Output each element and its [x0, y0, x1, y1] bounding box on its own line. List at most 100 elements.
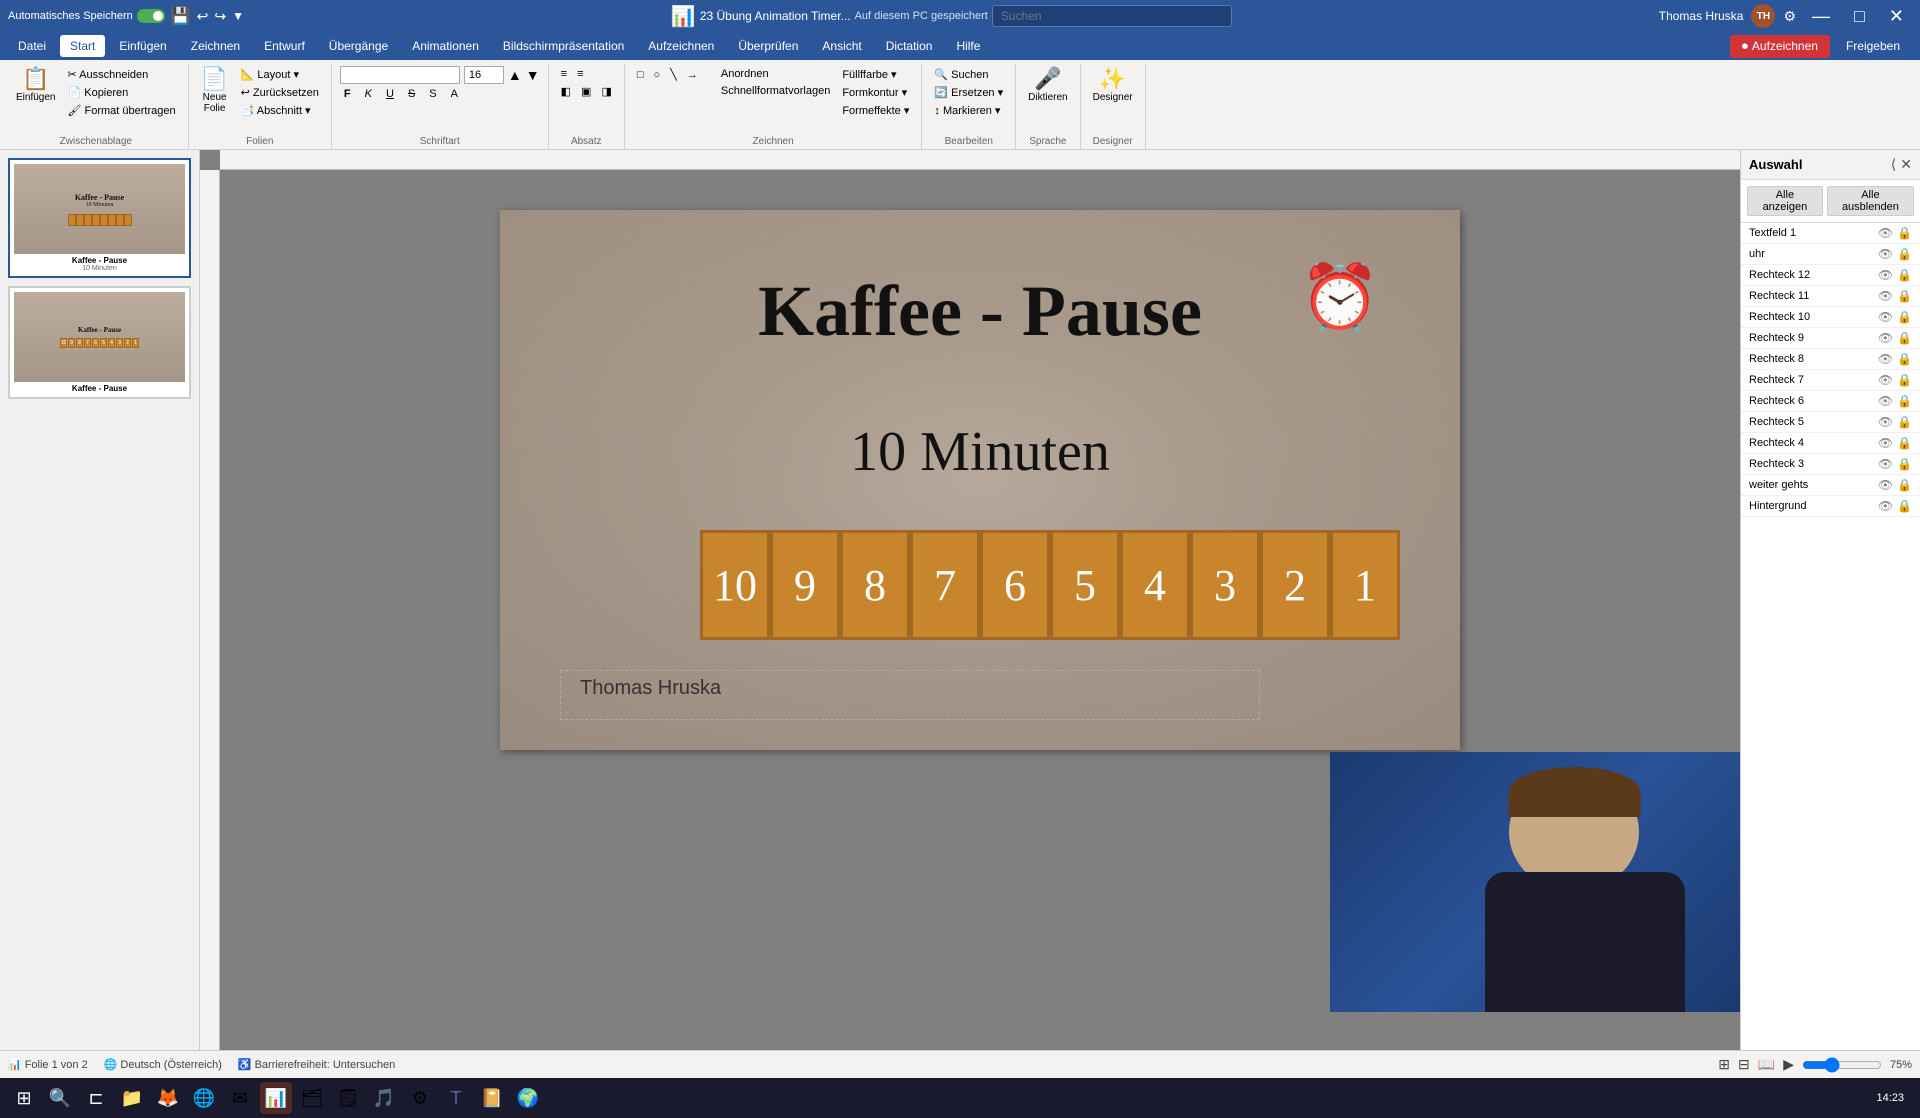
align-center-button[interactable]: ▣: [577, 83, 595, 100]
eye-icon[interactable]: 👁: [1878, 247, 1893, 261]
slideshow-icon[interactable]: ▶: [1783, 1056, 1794, 1073]
lock-icon[interactable]: 🔒: [1897, 247, 1912, 261]
save-icon[interactable]: 💾: [171, 6, 191, 26]
schnellformat-button[interactable]: Schnellformatvorlagen: [717, 83, 834, 99]
minimize-button[interactable]: —: [1804, 0, 1838, 32]
panel-collapse-button[interactable]: ⟨: [1891, 156, 1896, 173]
timer-box-3[interactable]: 3: [1190, 530, 1260, 640]
strikethrough-button[interactable]: S: [404, 86, 419, 102]
file-explorer-app[interactable]: 📁: [116, 1082, 148, 1114]
outlook-app[interactable]: ✉: [224, 1082, 256, 1114]
layer-rechteck3[interactable]: Rechteck 3 👁 🔒: [1741, 454, 1920, 475]
eye-icon[interactable]: 👁: [1878, 331, 1893, 345]
onenote-app[interactable]: 📔: [476, 1082, 508, 1114]
menu-uebergaenge[interactable]: Übergänge: [319, 35, 398, 57]
aufzeichnen-button[interactable]: ⏺ Aufzeichnen: [1730, 35, 1830, 58]
eye-icon[interactable]: 👁: [1878, 310, 1893, 324]
lock-icon[interactable]: 🔒: [1897, 457, 1912, 471]
layer-rechteck7[interactable]: Rechteck 7 👁 🔒: [1741, 370, 1920, 391]
autosave-switch[interactable]: [137, 9, 165, 23]
timer-box-9[interactable]: 9: [770, 530, 840, 640]
layer-rechteck6[interactable]: Rechteck 6 👁 🔒: [1741, 391, 1920, 412]
menu-ansicht[interactable]: Ansicht: [812, 35, 871, 57]
numbering-button[interactable]: ≡: [573, 66, 587, 82]
language-status[interactable]: 🌐 Deutsch (Österreich): [104, 1058, 222, 1071]
lock-icon[interactable]: 🔒: [1897, 436, 1912, 450]
font-size-input[interactable]: [464, 66, 504, 84]
decrease-font-icon[interactable]: ▼: [526, 67, 540, 83]
redo-icon[interactable]: ↪: [214, 8, 226, 25]
align-right-button[interactable]: ◨: [597, 83, 615, 100]
eye-icon[interactable]: 👁: [1878, 457, 1893, 471]
arrow-shape[interactable]: →: [683, 66, 702, 83]
layer-hintergrund[interactable]: Hintergrund 👁 🔒: [1741, 496, 1920, 517]
abschnitt-button[interactable]: 📑 Abschnitt ▾: [237, 102, 323, 119]
underline-button[interactable]: U: [382, 86, 398, 102]
layer-rechteck9[interactable]: Rechteck 9 👁 🔒: [1741, 328, 1920, 349]
timer-box-6[interactable]: 6: [980, 530, 1050, 640]
eye-icon[interactable]: 👁: [1878, 268, 1893, 282]
shadow-button[interactable]: S: [425, 86, 440, 102]
show-all-button[interactable]: Alle anzeigen: [1747, 186, 1823, 216]
lock-icon[interactable]: 🔒: [1897, 268, 1912, 282]
timer-box-5[interactable]: 5: [1050, 530, 1120, 640]
settings-app[interactable]: ⚙: [404, 1082, 436, 1114]
lock-icon[interactable]: 🔒: [1897, 478, 1912, 492]
menu-aufzeichnen[interactable]: Aufzeichnen: [638, 35, 724, 57]
edge-app[interactable]: 🌍: [512, 1082, 544, 1114]
photos-app[interactable]: 🗂: [296, 1082, 328, 1114]
layer-rechteck10[interactable]: Rechteck 10 👁 🔒: [1741, 307, 1920, 328]
zoom-slider[interactable]: [1802, 1057, 1882, 1073]
zuruecksetzen-button[interactable]: ↩ Zurücksetzen: [237, 84, 323, 101]
menu-hilfe[interactable]: Hilfe: [946, 35, 990, 57]
lock-icon[interactable]: 🔒: [1897, 310, 1912, 324]
anordnen-button[interactable]: Anordnen: [717, 66, 834, 82]
font-family-input[interactable]: [340, 66, 460, 84]
increase-font-icon[interactable]: ▲: [508, 67, 522, 83]
layer-rechteck4[interactable]: Rechteck 4 👁 🔒: [1741, 433, 1920, 454]
layer-rechteck8[interactable]: Rechteck 8 👁 🔒: [1741, 349, 1920, 370]
lock-icon[interactable]: 🔒: [1897, 226, 1912, 240]
search-input[interactable]: [992, 5, 1232, 27]
lock-icon[interactable]: 🔒: [1897, 331, 1912, 345]
slide-sorter-icon[interactable]: ⊟: [1738, 1056, 1750, 1073]
lock-icon[interactable]: 🔒: [1897, 499, 1912, 513]
search-taskbar[interactable]: 🔍: [44, 1082, 76, 1114]
bullet-button[interactable]: ≡: [557, 66, 571, 82]
task-view-button[interactable]: ⊏: [80, 1082, 112, 1114]
layer-rechteck11[interactable]: Rechteck 11 👁 🔒: [1741, 286, 1920, 307]
align-left-button[interactable]: ◧: [557, 83, 575, 100]
eye-icon[interactable]: 👁: [1878, 499, 1893, 513]
eye-icon[interactable]: 👁: [1878, 436, 1893, 450]
einfuegen-button[interactable]: 📋 Einfügen: [12, 66, 59, 105]
timer-box-7[interactable]: 7: [910, 530, 980, 640]
normal-view-icon[interactable]: ⊞: [1718, 1056, 1730, 1073]
layer-rechteck12[interactable]: Rechteck 12 👁 🔒: [1741, 265, 1920, 286]
line-shape[interactable]: ╲: [666, 66, 681, 83]
fuellung-button[interactable]: Füllffarbe ▾: [838, 66, 913, 83]
eye-icon[interactable]: 👁: [1878, 478, 1893, 492]
ersetzen-button[interactable]: 🔄 Ersetzen ▾: [930, 84, 1007, 101]
eye-icon[interactable]: 👁: [1878, 373, 1893, 387]
slide-2-thumb[interactable]: Kaffee - Pause 10 9 8 7 6 5 4 3 2 1: [8, 286, 191, 399]
font-color-button[interactable]: A: [447, 86, 462, 102]
firefox-app[interactable]: 🦊: [152, 1082, 184, 1114]
accessibility-status[interactable]: ♿ Barrierefreiheit: Untersuchen: [238, 1058, 395, 1071]
slide-1-thumb[interactable]: Kaffee - Pause 10 Minuten: [8, 158, 191, 278]
menu-start[interactable]: Start: [60, 35, 105, 57]
rect-shape[interactable]: □: [633, 66, 648, 83]
start-button[interactable]: ⊞: [8, 1082, 40, 1114]
format-button[interactable]: 🖌 Format übertragen: [63, 102, 179, 119]
reading-view-icon[interactable]: 📖: [1758, 1056, 1775, 1073]
neue-folie-button[interactable]: 📄 NeueFolie: [197, 66, 233, 116]
timer-box-4[interactable]: 4: [1120, 530, 1190, 640]
designer-button[interactable]: ✨ Designer: [1089, 66, 1137, 105]
kontur-button[interactable]: Formkontur ▾: [838, 84, 913, 101]
hide-all-button[interactable]: Alle ausblenden: [1827, 186, 1914, 216]
menu-dictation[interactable]: Dictation: [876, 35, 943, 57]
layout-button[interactable]: 📐 Layout ▾: [237, 66, 323, 83]
layer-rechteck5[interactable]: Rechteck 5 👁 🔒: [1741, 412, 1920, 433]
slide-canvas[interactable]: ⏰ Kaffee - Pause 10 Minuten Thomas Hrusk…: [500, 210, 1460, 750]
timer-box-8[interactable]: 8: [840, 530, 910, 640]
kopieren-button[interactable]: 📄 Kopieren: [63, 84, 179, 101]
